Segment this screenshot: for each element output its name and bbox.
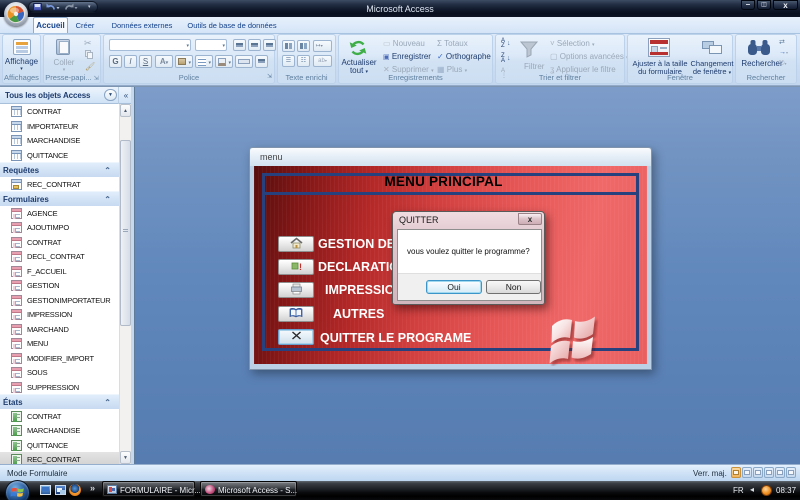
svg-text:!: ! [299,262,302,272]
